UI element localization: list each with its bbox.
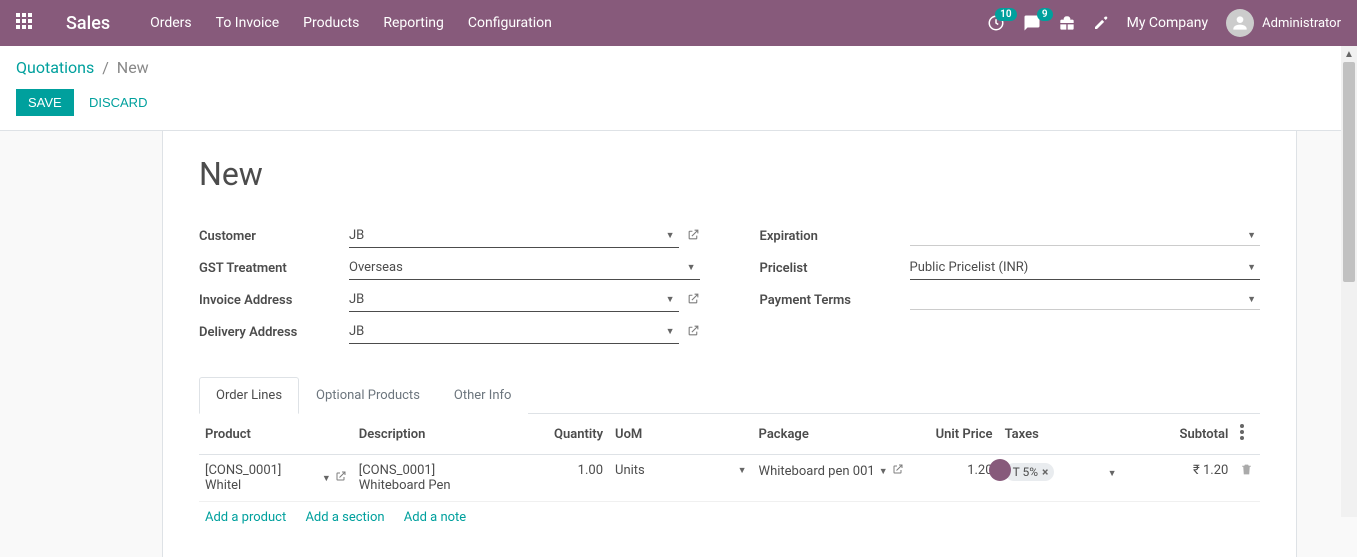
tab-order-lines[interactable]: Order Lines xyxy=(199,377,299,414)
breadcrumb: Quotations / New xyxy=(16,58,1341,77)
pricelist-value: Public Pricelist (INR) xyxy=(910,260,1244,275)
gst-field[interactable]: Overseas ▼ xyxy=(349,256,700,280)
discard-button[interactable]: DISCARD xyxy=(77,89,160,116)
save-button[interactable]: SAVE xyxy=(16,89,74,116)
row-desc-code: [CONS_0001] xyxy=(359,463,511,478)
scroll-thumb[interactable] xyxy=(1343,62,1355,282)
remove-tax-icon[interactable]: × xyxy=(1042,465,1048,479)
menu-products[interactable]: Products xyxy=(303,15,359,31)
external-link-icon[interactable] xyxy=(687,228,700,245)
external-link-icon[interactable] xyxy=(335,470,347,486)
scrollbar[interactable]: ▲ xyxy=(1341,46,1357,517)
pricelist-label: Pricelist xyxy=(760,261,910,276)
col-unit-price: Unit Price xyxy=(917,414,999,455)
col-description: Description xyxy=(353,414,517,455)
order-lines-table: Product Description Quantity UoM Package… xyxy=(199,414,1260,533)
activity-icon[interactable]: 10 xyxy=(987,14,1005,32)
row-package[interactable]: Whiteboard pen 001 xyxy=(759,464,875,479)
chevron-down-icon[interactable]: ▼ xyxy=(738,465,747,476)
top-navbar: Sales Orders To Invoice Products Reporti… xyxy=(0,0,1357,46)
gst-value: Overseas xyxy=(349,260,683,275)
tax-label: T 5% xyxy=(1013,465,1038,479)
user-menu[interactable]: Administrator xyxy=(1226,9,1341,37)
user-name: Administrator xyxy=(1262,16,1341,31)
add-section-link[interactable]: Add a section xyxy=(305,510,384,525)
expiration-field[interactable]: ▼ xyxy=(910,226,1261,246)
chevron-down-icon[interactable]: ▼ xyxy=(322,473,331,484)
col-package: Package xyxy=(753,414,917,455)
customer-label: Customer xyxy=(199,229,349,244)
row-uom[interactable]: Units xyxy=(615,463,734,478)
payment-terms-field[interactable]: ▼ xyxy=(910,290,1261,310)
add-product-link[interactable]: Add a product xyxy=(205,510,286,525)
chevron-down-icon[interactable]: ▼ xyxy=(662,294,679,305)
external-link-icon[interactable] xyxy=(687,292,700,309)
delete-row-icon[interactable] xyxy=(1234,455,1260,502)
invoice-address-label: Invoice Address xyxy=(199,293,349,308)
menu-to-invoice[interactable]: To Invoice xyxy=(216,15,280,31)
chevron-down-icon[interactable]: ▼ xyxy=(1243,294,1260,305)
breadcrumb-current: New xyxy=(117,58,149,77)
tab-optional-products[interactable]: Optional Products xyxy=(299,377,437,414)
col-product: Product xyxy=(199,414,353,455)
pricelist-field[interactable]: Public Pricelist (INR) ▼ xyxy=(910,256,1261,280)
external-link-icon[interactable] xyxy=(892,463,904,479)
form-sheet: New Customer JB ▼ GST Treatment Overseas… xyxy=(162,131,1297,557)
row-taxes[interactable]: T 5% × ▼ xyxy=(1005,463,1117,481)
company-selector[interactable]: My Company xyxy=(1127,15,1209,31)
app-brand[interactable]: Sales xyxy=(66,13,110,34)
chevron-down-icon[interactable]: ▼ xyxy=(683,262,700,273)
col-subtotal: Subtotal xyxy=(1142,414,1234,455)
expiration-label: Expiration xyxy=(760,229,910,244)
activity-badge: 10 xyxy=(995,8,1016,21)
menu-orders[interactable]: Orders xyxy=(150,15,192,31)
row-unit-price[interactable]: 1.20 xyxy=(917,455,999,502)
breadcrumb-root[interactable]: Quotations xyxy=(16,58,94,77)
row-subtotal: ₹ 1.20 xyxy=(1142,455,1234,502)
customer-value: JB xyxy=(349,228,662,243)
col-taxes: Taxes xyxy=(999,414,1143,455)
main-menu: Orders To Invoice Products Reporting Con… xyxy=(150,15,552,31)
invoice-address-field[interactable]: JB ▼ xyxy=(349,288,679,312)
col-quantity: Quantity xyxy=(517,414,609,455)
chevron-down-icon[interactable]: ▼ xyxy=(1243,230,1260,241)
row-desc-name: Whiteboard Pen xyxy=(359,478,511,493)
delivery-address-field[interactable]: JB ▼ xyxy=(349,320,679,344)
gst-label: GST Treatment xyxy=(199,261,349,276)
add-note-link[interactable]: Add a note xyxy=(404,510,466,525)
delivery-address-value: JB xyxy=(349,324,662,339)
tab-other-info[interactable]: Other Info xyxy=(437,377,529,414)
customer-field[interactable]: JB ▼ xyxy=(349,224,679,248)
tabs: Order Lines Optional Products Other Info xyxy=(199,377,1260,414)
row-quantity[interactable]: 1.00 xyxy=(517,455,609,502)
row-description[interactable]: [CONS_0001] Whiteboard Pen xyxy=(353,455,517,502)
avatar-icon xyxy=(1226,9,1254,37)
chevron-down-icon[interactable]: ▼ xyxy=(1243,262,1260,273)
chevron-down-icon[interactable]: ▼ xyxy=(1108,469,1117,479)
gift-icon[interactable] xyxy=(1059,15,1075,31)
apps-icon[interactable] xyxy=(16,13,36,33)
col-uom: UoM xyxy=(609,414,753,455)
invoice-address-value: JB xyxy=(349,292,662,307)
table-row: [CONS_0001] Whitel ▼ [CONS_0001] Whitebo… xyxy=(199,455,1260,502)
payment-terms-label: Payment Terms xyxy=(760,293,910,308)
col-menu[interactable] xyxy=(1234,414,1260,455)
chevron-down-icon[interactable]: ▼ xyxy=(879,466,888,477)
menu-reporting[interactable]: Reporting xyxy=(383,15,444,31)
messages-icon[interactable]: 9 xyxy=(1023,14,1041,32)
messages-badge: 9 xyxy=(1037,8,1053,21)
menu-configuration[interactable]: Configuration xyxy=(468,15,552,31)
chevron-down-icon[interactable]: ▼ xyxy=(662,230,679,241)
breadcrumb-separator: / xyxy=(102,58,109,77)
page-title: New xyxy=(199,155,1260,193)
control-panel: Quotations / New SAVE DISCARD xyxy=(0,46,1357,131)
tools-icon[interactable] xyxy=(1093,15,1109,31)
row-product[interactable]: [CONS_0001] Whitel xyxy=(205,463,318,493)
delivery-address-label: Delivery Address xyxy=(199,325,349,340)
external-link-icon[interactable] xyxy=(687,324,700,341)
scroll-up-icon[interactable]: ▲ xyxy=(1341,46,1357,62)
chevron-down-icon[interactable]: ▼ xyxy=(662,326,679,337)
